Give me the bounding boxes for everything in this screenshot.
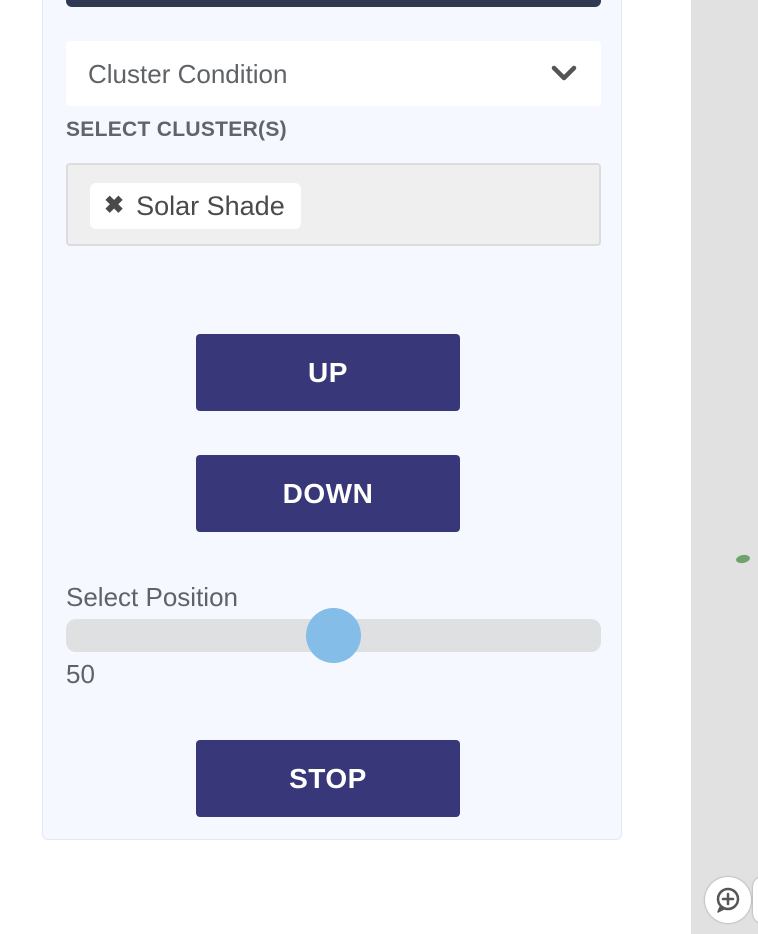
chevron-down-icon <box>551 65 577 81</box>
cluster-multi-select[interactable]: ✖ Solar Shade <box>66 163 601 246</box>
cluster-chip: ✖ Solar Shade <box>90 183 301 229</box>
cluster-chip-label: Solar Shade <box>136 190 285 221</box>
cluster-condition-dropdown[interactable]: Cluster Condition <box>66 41 601 106</box>
map-view[interactable] <box>691 0 758 934</box>
down-button[interactable]: DOWN <box>196 455 460 532</box>
up-button[interactable]: UP <box>196 334 460 411</box>
position-slider-thumb[interactable] <box>306 608 361 663</box>
position-value: 50 <box>66 659 95 689</box>
select-position-label: Select Position <box>66 582 238 612</box>
map-comment-icon <box>716 887 740 913</box>
map-control-partial[interactable] <box>753 877 758 923</box>
map-comment-button[interactable] <box>705 877 751 923</box>
select-clusters-label: SELECT CLUSTER(S) <box>66 118 287 141</box>
top-header-bar <box>66 0 601 7</box>
close-icon[interactable]: ✖ <box>104 194 124 218</box>
dropdown-selected-value: Cluster Condition <box>88 59 288 89</box>
stop-button[interactable]: STOP <box>196 740 460 817</box>
app-page: Cluster Condition SELECT CLUSTER(S) ✖ So… <box>0 0 758 934</box>
